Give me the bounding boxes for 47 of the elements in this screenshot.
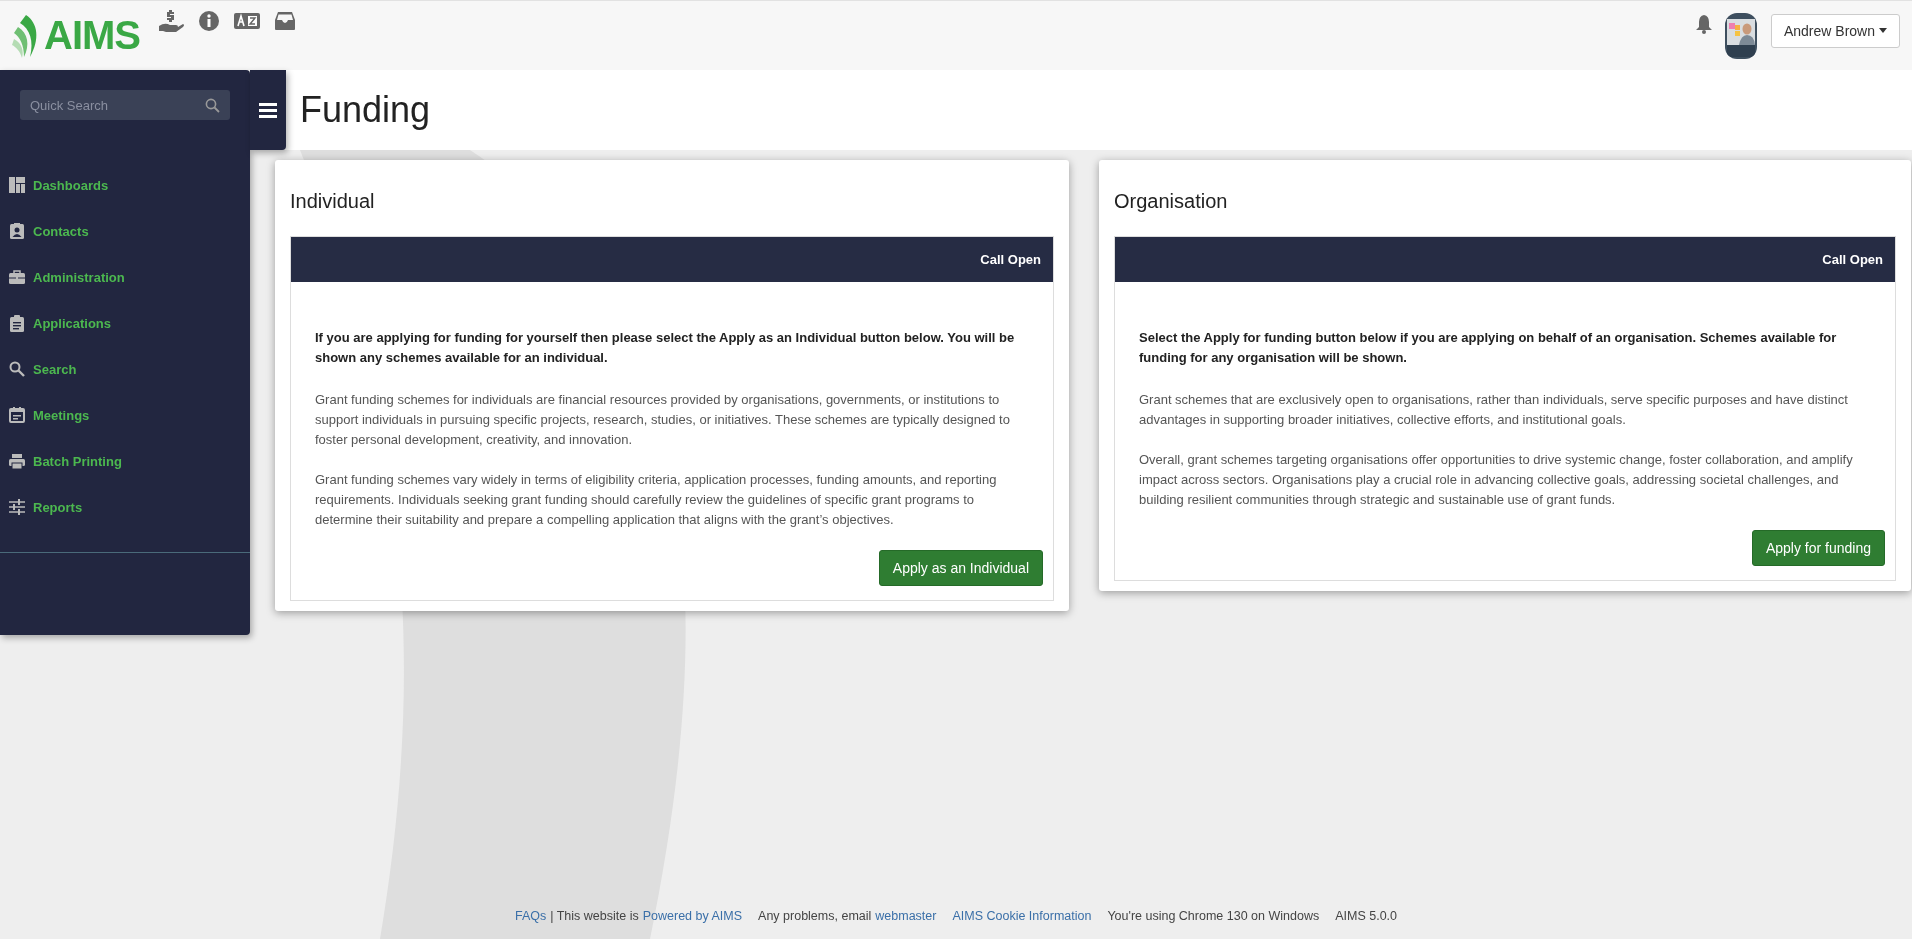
calendar-icon (9, 407, 25, 423)
nav-link[interactable]: Batch Printing (33, 453, 122, 469)
info-icon[interactable] (198, 9, 220, 32)
description-text: Grant funding schemes for individuals are financial resources provided by organisations, governments, or institutions to support individuals in pursuing specific projects, research, studies, or initiatives. These schemes are typically designed to foster personal development, creativity, and innovation. (315, 391, 1011, 449)
translate-icon[interactable] (234, 11, 260, 30)
status-text: Call Open (980, 252, 1041, 267)
card-title: Individual (290, 189, 376, 214)
menu-icon[interactable] (259, 102, 277, 118)
nav-link[interactable]: Contacts (33, 223, 89, 239)
user-menu-button[interactable]: Andrew Brown (1770, 13, 1900, 48)
footer-link[interactable]: Powered by AIMS (642, 909, 743, 923)
intro-text: If you are applying for funding for yourself then please select the Apply as an Individual button below. You will be shown any schemes available for an individual. (315, 329, 1016, 367)
intro-text: Select the Apply for funding button below if you are applying on behalf of an organisation. Schemes available for funding for any organisation will be shown. (1139, 329, 1838, 367)
quick-search-field[interactable]: Quick Search (20, 90, 230, 120)
bell-icon[interactable] (1694, 13, 1713, 34)
footer-link[interactable]: webmaster (875, 909, 937, 923)
description-text: Grant schemes that are exclusively open to organisations, rather than individuals, serve specific purposes and have distinct advantages in supporting broader initiatives, collective efforts, and institutional goals. (1139, 391, 1849, 429)
footer-text: | This website is (550, 909, 639, 923)
contact-badge-icon (9, 223, 25, 239)
page-title: Funding (300, 89, 431, 131)
nav-link[interactable]: Applications (33, 315, 111, 331)
apply-button[interactable]: Apply for funding (1751, 530, 1885, 566)
description-text: Grant funding schemes vary widely in terms of eligibility criteria, application processes, funding amounts, and reporting requirements. Individuals seeking grant funding should carefully review the guidelines of specific grant programs to determine their suitability and prepare a compelling application that aligns with the grant’s objectives. (315, 471, 998, 529)
search-icon (9, 361, 25, 377)
nav-link[interactable]: Reports (33, 499, 83, 515)
clipboard-icon (9, 314, 25, 332)
apply-button[interactable]: Apply as an Individual (878, 550, 1043, 586)
nav-link[interactable]: Administration (33, 269, 125, 285)
sliders-icon (9, 499, 25, 515)
footer-link[interactable]: AIMS Cookie Information (952, 909, 1092, 923)
nav-link[interactable]: Meetings (33, 407, 90, 423)
search-icon (205, 98, 220, 113)
description-text: Overall, grant schemes targeting organisations offer opportunities to drive systemic change, foster collaboration, and amplify impact across sectors. Organisations play a crucial role in advancing collective goals, addressing societal challenges, and building resilient communities through strategic and sustainable use of grant funds. (1139, 451, 1854, 509)
briefcase-icon (9, 270, 25, 284)
caret-icon (1879, 28, 1887, 33)
footer-link[interactable]: FAQs (514, 909, 547, 923)
dashboard-icon (9, 177, 25, 193)
nav-link[interactable]: Dashboards (33, 177, 109, 193)
card-title: Organisation (1114, 189, 1229, 214)
printer-icon (9, 453, 25, 469)
nav-link[interactable]: Search (33, 361, 77, 377)
hand-dollar-icon[interactable] (158, 8, 184, 33)
inbox-icon[interactable] (274, 10, 296, 31)
footer-text: AIMS 5.0.0 (1335, 909, 1398, 923)
footer-text: Any problems, email (758, 909, 872, 923)
status-text: Call Open (1822, 252, 1883, 267)
footer-text: You're using Chrome 130 on Windows (1107, 909, 1320, 923)
